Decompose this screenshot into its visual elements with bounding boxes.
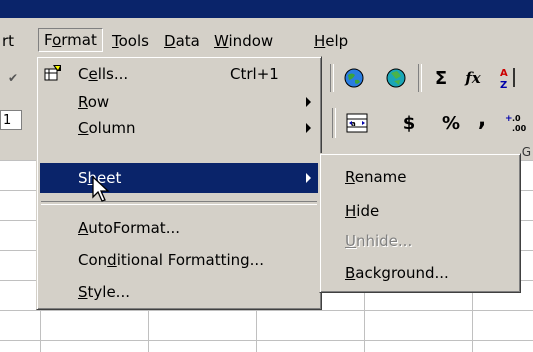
- label-post: itional Formatting...: [116, 251, 264, 269]
- label-post: nhide...: [355, 232, 413, 250]
- toolbar-separator: [330, 64, 334, 92]
- spelling-icon[interactable]: ✔: [2, 66, 24, 90]
- submenu-item-label: Rename: [345, 164, 407, 190]
- menu-insert-partial[interactable]: rt: [2, 30, 14, 52]
- submenu-item-label: Unhide...: [345, 228, 412, 254]
- merge-center-icon[interactable]: a: [344, 110, 370, 136]
- menu-item-style[interactable]: Style...: [40, 279, 318, 305]
- paste-function-button[interactable]: fx: [460, 66, 486, 90]
- label-post: utoFormat...: [88, 219, 180, 237]
- menu-tools-hotkey: T: [112, 32, 119, 50]
- label-hotkey: B: [345, 264, 356, 282]
- menu-item-shortcut: Ctrl+1: [230, 65, 279, 83]
- label-pre: Con: [78, 251, 108, 269]
- submenu-arrow-icon: [306, 97, 311, 107]
- map-icon[interactable]: [382, 66, 410, 90]
- submenu-item-hide[interactable]: Hide: [323, 198, 517, 224]
- label-hotkey: C: [78, 119, 89, 137]
- menu-item-row[interactable]: Row: [40, 89, 318, 115]
- percent-button[interactable]: %: [438, 110, 464, 136]
- label-hotkey: S: [78, 283, 88, 301]
- label-post: ename: [354, 168, 407, 186]
- label-hotkey: R: [78, 93, 88, 111]
- cells-icon: [44, 64, 62, 90]
- web-icon[interactable]: [340, 66, 368, 90]
- svg-text:Z: Z: [500, 80, 507, 91]
- svg-text:.00: .00: [512, 124, 526, 133]
- menu-format-pre: F: [44, 31, 53, 49]
- label-hotkey: e: [88, 65, 98, 83]
- menu-item-autoformat[interactable]: AutoFormat...: [40, 215, 318, 241]
- menu-item-label: AutoFormat...: [78, 215, 180, 241]
- menu-item-sheet[interactable]: Sheet: [40, 163, 318, 193]
- submenu-item-label: Hide: [345, 198, 379, 224]
- menu-item-label: Row: [78, 89, 109, 115]
- sort-ascending-icon[interactable]: AZ: [496, 64, 522, 92]
- sheet-submenu: Rename Hide Unhide... Background...: [319, 153, 521, 293]
- name-box[interactable]: 1: [0, 110, 22, 130]
- menu-item-cells[interactable]: Cells... Ctrl+1: [40, 61, 318, 87]
- label-hotkey: H: [345, 202, 357, 220]
- label-post: lls...: [97, 65, 129, 83]
- toolbar-separator: [418, 64, 422, 92]
- submenu-arrow-icon: [306, 173, 311, 183]
- menu-tools-post: ools: [118, 32, 149, 50]
- menu-format-post: rmat: [61, 31, 97, 49]
- currency-button[interactable]: $: [396, 110, 422, 136]
- menu-item-label: Conditional Formatting...: [78, 247, 264, 273]
- menu-item-column[interactable]: Column: [40, 115, 318, 141]
- svg-text:A: A: [500, 68, 508, 79]
- label-post: ide: [356, 202, 380, 220]
- title-bar: [0, 0, 533, 18]
- label-post: tyle...: [87, 283, 130, 301]
- menu-tools[interactable]: Tools: [112, 30, 149, 52]
- menu-help-post: elp: [325, 32, 349, 50]
- label-hotkey: A: [78, 219, 89, 237]
- menu-data-hotkey: D: [164, 32, 176, 50]
- label-hotkey: R: [345, 168, 355, 186]
- menu-item-label: Cells...: [78, 61, 128, 87]
- submenu-item-label: Background...: [345, 260, 449, 286]
- menu-window-post: indow: [228, 32, 274, 50]
- toolbar-separator: [332, 108, 336, 138]
- format-menu: Cells... Ctrl+1 Row Column Sheet AutoFor…: [36, 56, 322, 310]
- comma-style-button[interactable]: ,: [472, 106, 492, 132]
- menu-item-label: Style...: [78, 279, 130, 305]
- menu-item-label: Column: [78, 115, 135, 141]
- autosum-button[interactable]: Σ: [428, 66, 454, 90]
- menu-window[interactable]: Window: [214, 30, 273, 52]
- menu-window-hotkey: W: [214, 32, 229, 50]
- menu-bar: rt Format Tools Data Window Help: [0, 18, 533, 56]
- label-hotkey: d: [107, 251, 117, 269]
- submenu-arrow-icon: [306, 123, 311, 133]
- menu-item-conditional-formatting[interactable]: Conditional Formatting...: [40, 247, 318, 273]
- label-post: olumn: [88, 119, 136, 137]
- submenu-item-rename[interactable]: Rename: [323, 164, 517, 190]
- label-post: ackground...: [355, 264, 449, 282]
- menu-help-hotkey: H: [314, 32, 326, 50]
- increase-decimal-icon[interactable]: + .0.00: [502, 110, 528, 136]
- menu-format-hotkey: o: [52, 31, 62, 49]
- menu-data[interactable]: Data: [164, 30, 200, 52]
- label-post: ow: [87, 93, 110, 111]
- label-hotkey: U: [345, 232, 356, 250]
- submenu-item-background[interactable]: Background...: [323, 260, 517, 286]
- menu-format[interactable]: Format: [38, 28, 103, 52]
- menu-help[interactable]: Help: [314, 30, 348, 52]
- label-pre: S: [78, 169, 88, 187]
- menu-separator: [41, 201, 317, 205]
- submenu-item-unhide: Unhide...: [323, 228, 517, 254]
- column-g-header[interactable]: G: [522, 145, 531, 159]
- mouse-pointer-icon: [92, 176, 110, 202]
- label-pre: C: [78, 65, 89, 83]
- svg-text:.0: .0: [512, 114, 521, 123]
- menu-data-post: ata: [175, 32, 200, 50]
